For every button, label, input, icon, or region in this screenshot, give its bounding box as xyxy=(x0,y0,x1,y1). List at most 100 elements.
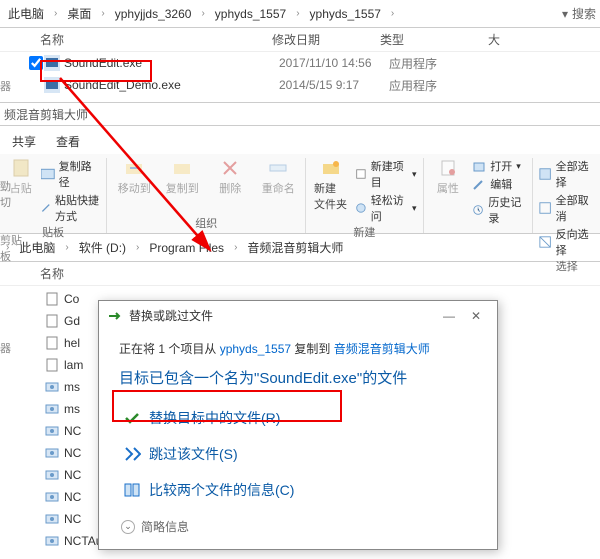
copy-to-button: 复制到 xyxy=(161,158,203,215)
breadcrumb-lower: › 此电脑 › 软件 (D:) › Program Files › 音频混音剪辑… xyxy=(0,234,600,262)
dll-icon xyxy=(44,379,60,395)
file-icon xyxy=(44,357,60,373)
delete-button: 删除 xyxy=(209,158,251,215)
copy-arrow-icon xyxy=(107,308,123,324)
chevron-right-icon: › xyxy=(134,242,141,253)
tab-view[interactable]: 查看 xyxy=(56,129,80,154)
newitem-icon xyxy=(355,167,367,181)
chevron-down-icon: ▾ xyxy=(562,7,568,21)
ribbon-group-open: 属性 打开▾ 编辑 历史记录 xyxy=(424,158,534,233)
history-icon xyxy=(472,203,484,217)
new-small: 新建项目▾ 轻松访问▾ xyxy=(355,158,417,224)
ribbon: 占贴 复制路径 粘贴快捷方式 贴板 移动到 复制到 删除 重命名 组织 新建 文… xyxy=(0,154,600,234)
dst-link[interactable]: 音频混音剪辑大师 xyxy=(334,342,430,356)
side-text: 器 xyxy=(0,78,18,94)
bc-item[interactable]: yphyds_1557 xyxy=(211,5,290,23)
col-name[interactable]: 名称 xyxy=(40,265,64,282)
folder-move-icon xyxy=(124,158,144,178)
new-item-button[interactable]: 新建项目▾ xyxy=(355,158,417,190)
open-button[interactable]: 打开▾ xyxy=(472,158,526,174)
dialog-title: 替换或跳过文件 xyxy=(129,307,213,324)
side-text: 剪贴板 xyxy=(0,232,30,264)
file-icon xyxy=(44,313,60,329)
move-to-button: 移动到 xyxy=(113,158,155,215)
compare-label: 比较两个文件的信息(C) xyxy=(149,480,294,500)
close-button[interactable]: ✕ xyxy=(463,309,489,323)
new-folder-icon xyxy=(321,158,341,178)
copy-path-button[interactable]: 复制路径 xyxy=(41,158,100,190)
rename-icon xyxy=(268,158,288,178)
selectnone-icon xyxy=(539,201,551,215)
annotation-box xyxy=(40,60,152,82)
compare-option[interactable]: 比较两个文件的信息(C) xyxy=(119,472,477,508)
folder-copy-icon xyxy=(172,158,192,178)
history-button[interactable]: 历史记录 xyxy=(472,194,526,226)
chevron-right-icon: › xyxy=(52,8,59,19)
clipboard-small: 复制路径 粘贴快捷方式 xyxy=(41,158,100,224)
clipboard-icon xyxy=(11,158,31,178)
chevron-down-icon: ⌄ xyxy=(121,520,135,534)
skip-label: 跳过该文件(S) xyxy=(149,444,238,464)
ribbon-tabs: 共享 查看 xyxy=(0,126,600,154)
file-date: 2017/11/10 14:56 xyxy=(279,56,389,70)
dialog-body: 正在将 1 个项目从 yphyds_1557 复制到 音频混音剪辑大师 目标已包… xyxy=(99,330,497,549)
easyaccess-icon xyxy=(355,201,367,215)
shortcut-icon xyxy=(41,201,51,215)
dll-icon xyxy=(44,401,60,417)
col-date[interactable]: 修改日期 xyxy=(272,31,380,48)
bc-root[interactable]: 此电脑 xyxy=(4,3,48,24)
select-none-button[interactable]: 全部取消 xyxy=(539,192,594,224)
replace-dialog: 替换或跳过文件 — ✕ 正在将 1 个项目从 yphyds_1557 复制到 音… xyxy=(98,300,498,550)
window-title: 频混音剪辑大师 xyxy=(0,102,600,126)
paste-shortcut-button[interactable]: 粘贴快捷方式 xyxy=(41,192,100,224)
details-toggle[interactable]: ⌄ 简略信息 xyxy=(119,508,477,539)
tab-share[interactable]: 共享 xyxy=(12,129,36,154)
bc-item[interactable]: yphyds_1557 xyxy=(306,5,385,23)
minimize-button[interactable]: — xyxy=(435,309,463,323)
open-small: 打开▾ 编辑 历史记录 xyxy=(472,158,526,233)
column-headers-lower: 名称 xyxy=(0,262,600,286)
dll-icon xyxy=(44,467,60,483)
file-icon xyxy=(44,335,60,351)
src-link[interactable]: yphyds_1557 xyxy=(220,342,291,356)
ribbon-group-organize: 移动到 复制到 删除 重命名 组织 xyxy=(107,158,306,233)
bc-item[interactable]: 桌面 xyxy=(63,3,95,24)
chevron-right-icon: › xyxy=(99,8,106,19)
annotation-box xyxy=(112,390,342,422)
bc-item[interactable]: 软件 (D:) xyxy=(75,237,130,258)
edit-button[interactable]: 编辑 xyxy=(472,176,526,192)
select-all-button[interactable]: 全部选择 xyxy=(539,158,594,190)
group-label: 组织 xyxy=(195,215,217,233)
details-label: 简略信息 xyxy=(141,518,189,535)
side-text: 器 xyxy=(0,340,18,356)
new-folder-button[interactable]: 新建 文件夹 xyxy=(312,158,349,224)
copy-progress-text: 正在将 1 个项目从 yphyds_1557 复制到 音频混音剪辑大师 xyxy=(119,334,477,367)
col-size[interactable]: 大 xyxy=(488,31,500,48)
dll-icon xyxy=(44,511,60,527)
invert-select-button[interactable]: 反向选择 xyxy=(539,226,594,258)
ribbon-group-new: 新建 文件夹 新建项目▾ 轻松访问▾ 新建 xyxy=(306,158,423,233)
side-text: 勁切 xyxy=(0,178,18,210)
breadcrumb-top: 此电脑 › 桌面 › yphyjjds_3260 › yphyds_1557 ›… xyxy=(0,0,600,28)
file-date: 2014/5/15 9:17 xyxy=(279,78,389,92)
open-icon xyxy=(472,159,486,173)
col-name[interactable]: 名称 xyxy=(40,31,272,48)
delete-icon xyxy=(220,158,240,178)
skip-icon xyxy=(123,445,141,463)
dll-icon xyxy=(44,533,60,549)
dll-icon xyxy=(44,423,60,439)
file-icon xyxy=(44,291,60,307)
bc-item[interactable]: 音频混音剪辑大师 xyxy=(243,237,347,258)
col-type[interactable]: 类型 xyxy=(380,31,488,48)
search-box[interactable]: ▾ 搜索 xyxy=(562,5,596,22)
invert-icon xyxy=(539,235,551,249)
easy-access-button[interactable]: 轻松访问▾ xyxy=(355,192,417,224)
file-type: 应用程序 xyxy=(389,55,437,72)
skip-option[interactable]: 跳过该文件(S) xyxy=(119,436,477,472)
bc-item[interactable]: yphyjjds_3260 xyxy=(111,5,196,23)
group-label: 新建 xyxy=(353,224,375,242)
bc-item[interactable]: Program Files xyxy=(145,239,228,257)
chevron-right-icon: › xyxy=(199,8,206,19)
chevron-right-icon: › xyxy=(232,242,239,253)
chevron-right-icon: › xyxy=(63,242,70,253)
